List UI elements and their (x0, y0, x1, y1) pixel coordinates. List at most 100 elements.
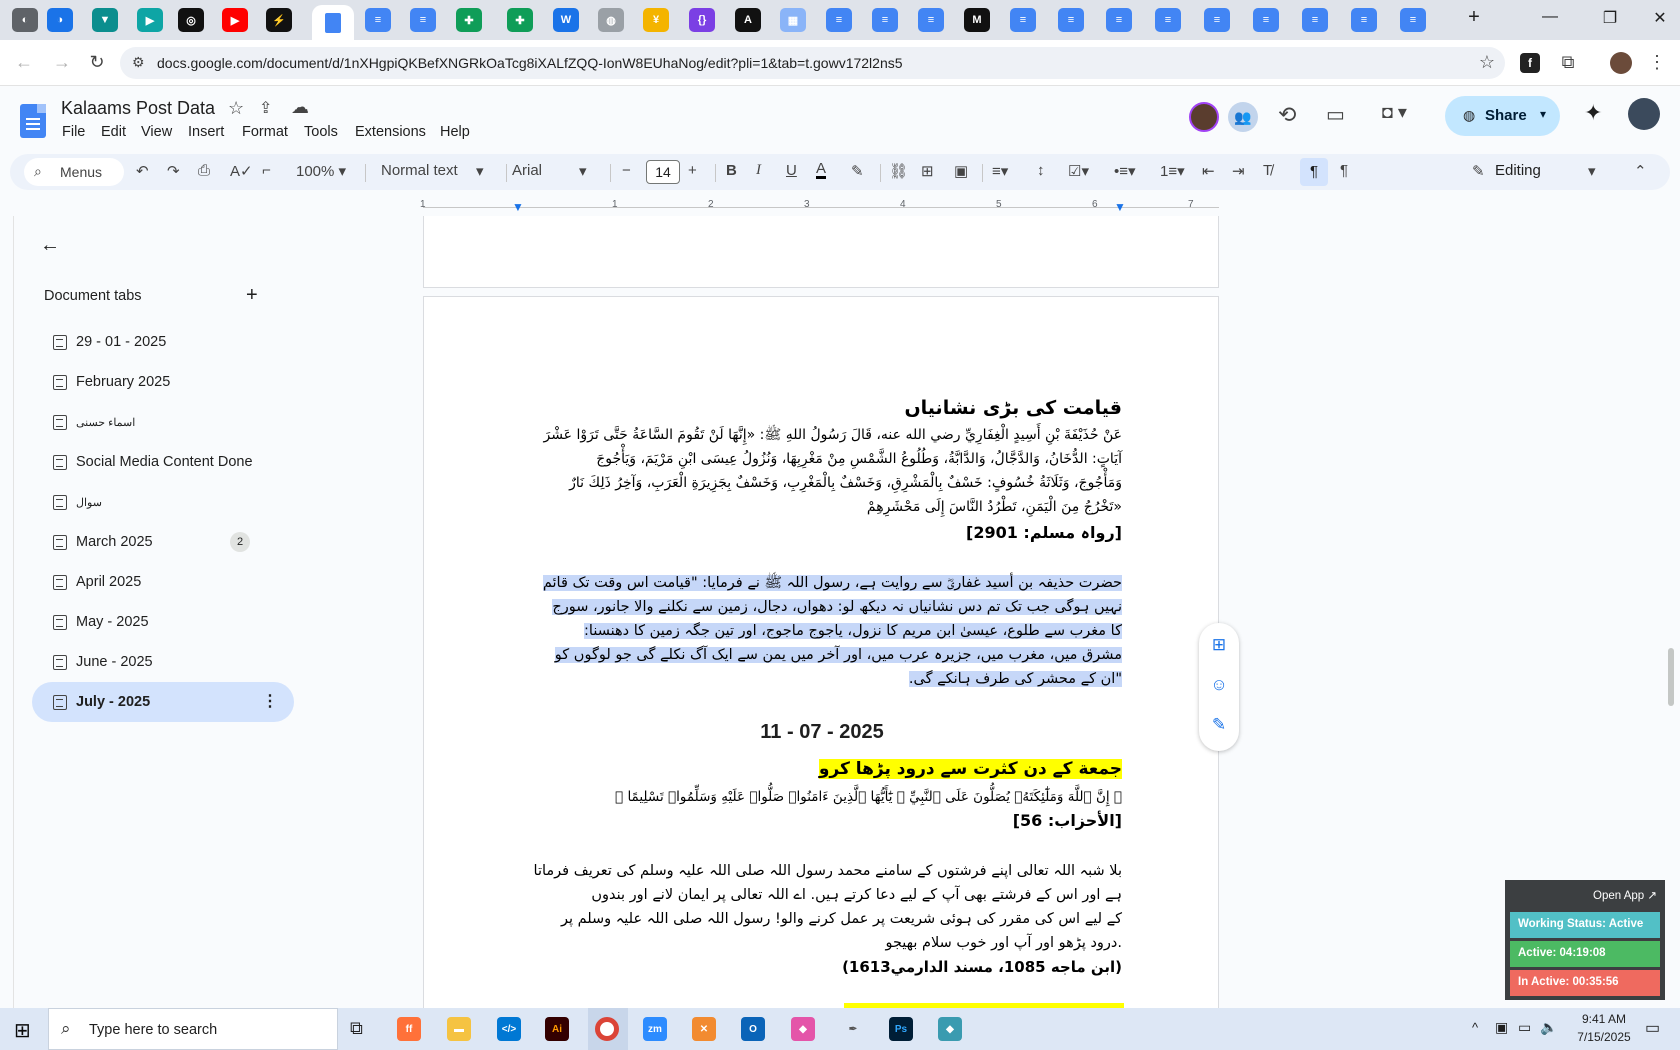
tab-favicon-icon[interactable]: ▦ (780, 8, 806, 32)
tab-favicon-icon[interactable]: ◐ (12, 8, 38, 32)
tab-favicon-icon[interactable]: A (735, 8, 761, 32)
indent-marker-icon[interactable]: ▼ (512, 200, 524, 214)
urdu-text-line[interactable]: کا مغرب سے طلوع، عیسیٰ ابن مریم کا نزول،… (522, 619, 1122, 644)
more-options-icon[interactable]: ⋮ (262, 691, 278, 711)
increase-font-size-icon[interactable]: + (688, 162, 697, 179)
doc-tab-item[interactable]: May - 2025 (32, 602, 294, 642)
document-title[interactable]: Kalaams Post Data (61, 98, 215, 119)
editing-mode-dropdown-icon[interactable]: ▾ (1588, 162, 1596, 180)
illustrator-icon[interactable]: Ai (545, 1017, 569, 1041)
decrease-font-size-icon[interactable]: − (622, 162, 631, 179)
open-app-link[interactable]: Open App ↗ (1593, 888, 1657, 902)
docs-logo-icon[interactable] (20, 104, 46, 138)
notifications-icon[interactable]: ▭ (1645, 1018, 1660, 1038)
url-field[interactable]: ⚙ docs.google.com/document/d/1nXHgpiQKBe… (120, 47, 1505, 79)
doc-tab-item[interactable]: June - 2025 (32, 642, 294, 682)
comments-icon[interactable]: ▭ (1326, 102, 1345, 127)
insert-link-icon[interactable]: ⛓ (889, 162, 908, 180)
google-docs-icon[interactable]: ≡ (872, 8, 898, 32)
meet-camera-icon[interactable]: ◘ ▾ (1382, 102, 1407, 123)
selected-text[interactable]: نہیں ہوگی جب تک تم دس نشانیاں نہ دیکھ لو… (552, 599, 1122, 615)
align-icon[interactable]: ≡▾ (992, 162, 1008, 180)
hide-menus-icon[interactable]: ⌃ (1634, 162, 1647, 180)
minimize-icon[interactable]: — (1535, 8, 1565, 26)
bookmark-star-icon[interactable]: ☆ (1479, 52, 1495, 73)
google-docs-icon[interactable]: ≡ (1351, 8, 1377, 32)
arabic-text-line[interactable]: وَمَأْجُوجَ، وَثَلَاثَةُ خُسُوفٍ: خَسْفٌ… (522, 471, 1122, 496)
spellcheck-icon[interactable]: A✓ (230, 162, 253, 180)
urdu-text-line[interactable]: کے لیے اس کی مقرر کی ہوئی شریعت پر عمل ک… (522, 907, 1122, 932)
vscode-icon[interactable]: </> (497, 1017, 521, 1041)
google-docs-icon[interactable]: ≡ (1106, 8, 1132, 32)
back-icon[interactable]: ← (12, 52, 36, 73)
selected-text[interactable]: کا مغرب سے طلوع، عیسیٰ ابن مریم کا نزول،… (584, 623, 1122, 639)
profile-avatar[interactable] (1610, 52, 1632, 74)
account-avatar[interactable] (1628, 98, 1660, 130)
globe-icon[interactable]: ◍ (598, 8, 624, 32)
urdu-text-line[interactable]: حضرت حذیفہ بن أسید غفاریؓ سے روایت ہے، ر… (522, 571, 1122, 596)
extension-icon[interactable]: f (1520, 53, 1540, 73)
google-docs-icon[interactable]: ≡ (410, 8, 436, 32)
reference-text[interactable]: [الأحزاب: 56] (522, 809, 1122, 834)
doc-tab-item[interactable]: Social Media Content Done (32, 442, 294, 482)
google-sheets-icon[interactable]: ✚ (456, 8, 482, 32)
doc-tab-item-active[interactable]: July - 2025 ⋮ (32, 682, 294, 722)
tab-favicon-icon[interactable]: ◑ (47, 8, 73, 32)
add-tab-button[interactable]: + (246, 284, 258, 307)
document-page[interactable]: قیامت کی بڑی نشانیاں عَنْ حُذَيْفَةَ بْن… (423, 296, 1219, 1016)
menu-tools[interactable]: Tools (304, 124, 338, 140)
tab-favicon-icon[interactable]: W (553, 8, 579, 32)
google-docs-icon[interactable] (312, 5, 354, 40)
google-docs-icon[interactable]: ≡ (1058, 8, 1084, 32)
restore-icon[interactable]: ❐ (1595, 8, 1625, 28)
bulleted-list-icon[interactable]: •≡▾ (1114, 162, 1136, 180)
pen-tool-icon[interactable]: ✒ (841, 1017, 865, 1041)
add-comment-icon[interactable]: ⊞ (921, 162, 934, 180)
collaborator-avatar[interactable] (1189, 102, 1219, 132)
right-indent-marker-icon[interactable]: ▼ (1114, 200, 1126, 214)
arabic-text-line[interactable]: آيَاتٍ: الدُّخَانُ، وَالدَّجَّالُ، وَالد… (522, 447, 1122, 472)
menu-insert[interactable]: Insert (188, 124, 224, 140)
urdu-text-line[interactable]: بلا شبہ اللہ تعالی اپنے فرشتوں کے سامنے … (522, 859, 1122, 884)
reload-icon[interactable]: ↻ (85, 52, 109, 73)
doc-tab-item[interactable]: April 2025 (32, 562, 294, 602)
editing-mode-select[interactable]: Editing (1495, 162, 1541, 179)
arabic-text-line[interactable]: عَنْ حُذَيْفَةَ بْنِ أَسِيدٍ الْغِفَارِي… (522, 423, 1122, 448)
underline-icon[interactable]: U (786, 162, 797, 179)
cloud-saved-icon[interactable]: ☁ (291, 97, 309, 118)
version-history-icon[interactable]: ⟲ (1278, 102, 1296, 128)
chrome-icon[interactable] (595, 1017, 619, 1041)
redo-icon[interactable]: ↷ (167, 162, 180, 180)
reference-text[interactable]: (ابن ماجه 1085، مسند الدارمي1613) (522, 955, 1122, 980)
print-icon[interactable]: ⎙ (198, 162, 210, 179)
move-folder-icon[interactable]: ⇪ (259, 98, 272, 118)
insert-image-icon[interactable]: ▣ (954, 162, 968, 180)
google-docs-icon[interactable]: ≡ (1155, 8, 1181, 32)
app-icon[interactable]: ◆ (938, 1017, 962, 1041)
urdu-text-line[interactable]: ہے اور اس کے فرشتے بھی آپ کے لیے دعا کرت… (522, 883, 1122, 908)
new-tab-button[interactable]: + (1459, 6, 1489, 29)
heading-qiyamat[interactable]: قیامت کی بڑی نشانیاں (522, 395, 1122, 421)
xampp-icon[interactable]: ✕ (692, 1017, 716, 1041)
tab-favicon-icon[interactable]: ¥ (643, 8, 669, 32)
doc-tab-item[interactable]: 29 - 01 - 2025 (32, 322, 294, 362)
google-docs-icon[interactable]: ≡ (1400, 8, 1426, 32)
doc-tab-item[interactable]: سوال (32, 482, 294, 522)
tab-favicon-icon[interactable]: ▼ (92, 8, 118, 32)
forward-icon[interactable]: → (50, 52, 74, 73)
menu-edit[interactable]: Edit (101, 124, 126, 140)
google-sheets-icon[interactable]: ✚ (507, 8, 533, 32)
gemini-spark-icon[interactable]: ✦ (1584, 100, 1602, 126)
clear-formatting-icon[interactable]: T̸ (1263, 162, 1272, 179)
arabic-text-line[interactable]: «تَخْرُجُ مِنَ الْيَمَنِ، تَطْرُدُ النَّ… (522, 495, 1122, 520)
doc-tab-item[interactable]: March 2025 2 (32, 522, 294, 562)
star-icon[interactable]: ☆ (228, 98, 244, 119)
menu-file[interactable]: File (62, 124, 85, 140)
vertical-ruler[interactable] (0, 216, 14, 1008)
urdu-text-line[interactable]: مشرق میں، مغرب میں، جزیرہ عرب میں، اور آ… (522, 643, 1122, 668)
photo-app-icon[interactable]: ◆ (791, 1017, 815, 1041)
font-select[interactable]: Arial ▾ (512, 162, 592, 180)
highlight-color-icon[interactable]: ✎ (851, 162, 864, 180)
bold-icon[interactable]: B (726, 162, 737, 179)
horizontal-ruler[interactable]: 1 1 2 3 4 5 6 7 ▼ ▼ (0, 196, 1680, 216)
